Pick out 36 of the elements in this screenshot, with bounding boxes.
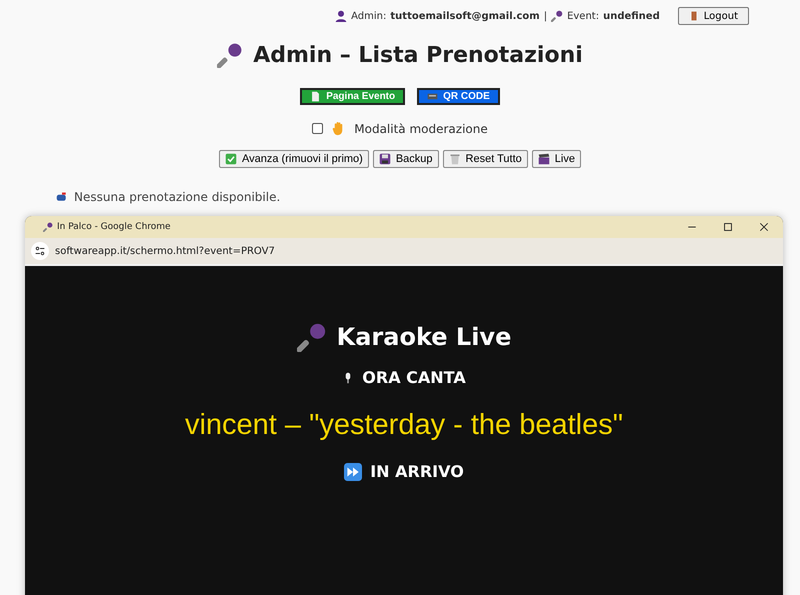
empty-message: Nessuna prenotazione disponibile. (74, 190, 280, 204)
clapperboard-icon (538, 153, 550, 165)
microphone-icon (217, 42, 244, 68)
now-singing-label: ORA CANTA (362, 368, 466, 387)
check-icon (225, 153, 237, 165)
document-icon (310, 91, 322, 102)
event-value: undefined (603, 10, 660, 22)
microphone-icon (296, 322, 327, 352)
window-title: In Palco - Google Chrome (57, 222, 171, 232)
site-settings-button[interactable] (31, 242, 49, 260)
save-button[interactable]: Backup (372, 150, 439, 168)
settings-icon (35, 246, 45, 256)
person-icon (335, 10, 348, 22)
current-song: vincent – "yesterday - the beatles" (184, 409, 624, 442)
film-button[interactable]: Live (532, 150, 581, 168)
trash-button[interactable]: Reset Tutto (442, 150, 528, 168)
address-bar[interactable]: softwareapp.it/schermo.html?event=PROV7 (55, 246, 275, 256)
maximize-icon (723, 222, 733, 232)
microphone-icon (43, 222, 53, 232)
fast-forward-icon (344, 462, 362, 480)
trash-icon (448, 153, 461, 165)
admin-label: Admin: (351, 10, 386, 22)
page-title: Admin – Lista Prenotazioni (253, 42, 583, 68)
floppy-icon (378, 153, 391, 165)
admin-email: tuttoemailsoft@gmail.com (390, 10, 540, 22)
close-icon (759, 222, 769, 232)
microphone-icon (551, 10, 564, 22)
qr-code-button[interactable]: QR CODE (417, 88, 500, 105)
event-label: Event: (567, 10, 600, 22)
karaoke-title: Karaoke Live (336, 323, 512, 351)
up-next-label: IN ARRIVO (370, 462, 464, 481)
check-button[interactable]: Avanza (rimuovi il primo) (219, 150, 369, 168)
moderation-checkbox[interactable] (312, 123, 324, 134)
moderation-label: Modalità moderazione (354, 122, 488, 136)
logout-button[interactable]: Logout (678, 7, 749, 25)
separator: | (544, 10, 548, 22)
